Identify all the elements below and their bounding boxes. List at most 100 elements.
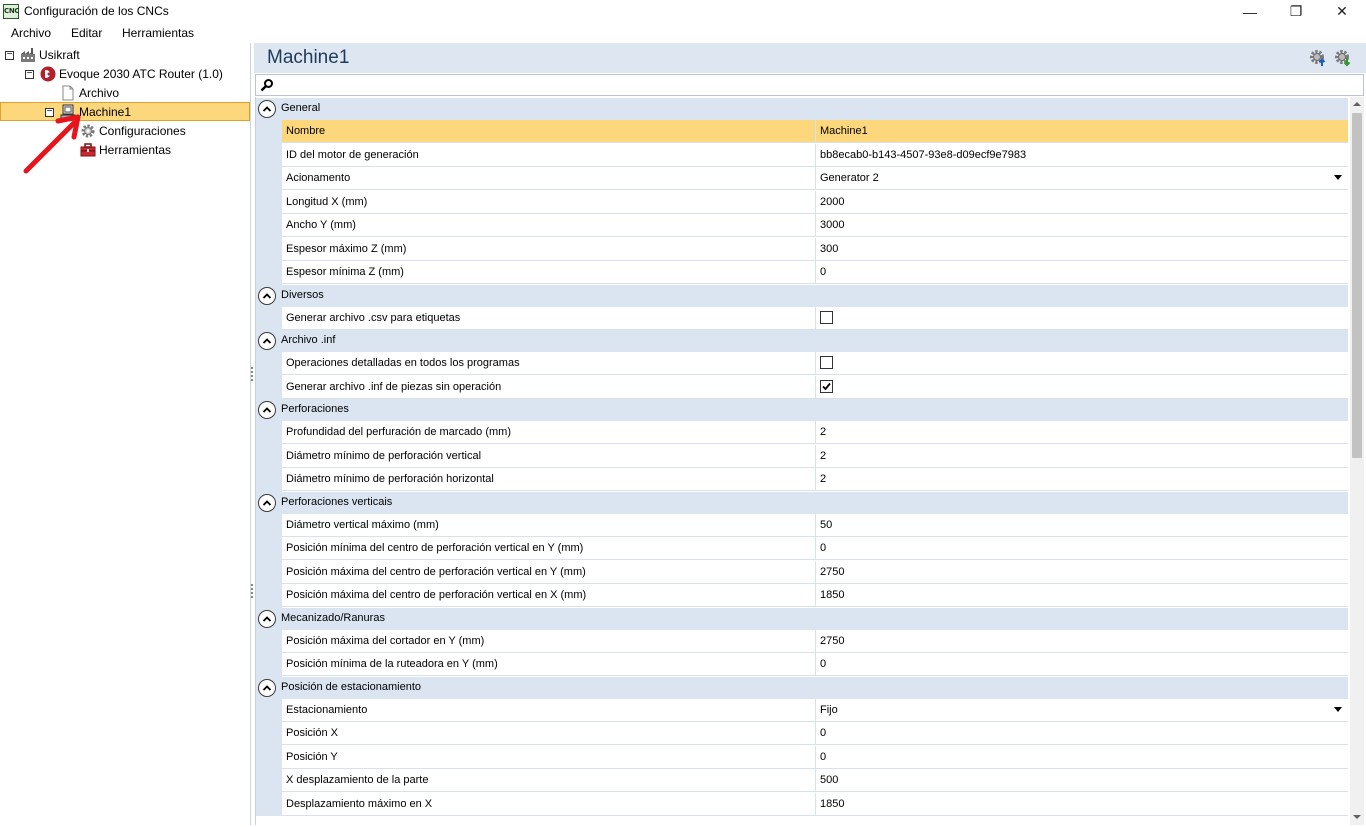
category-label: Perforaciones	[281, 403, 349, 415]
property-value-cell[interactable]: 2000	[815, 191, 1348, 213]
tree-node-configuraciones[interactable]: Configuraciones	[80, 121, 186, 140]
property-row[interactable]: Espesor máximo Z (mm) 300	[282, 238, 1348, 261]
property-value-cell[interactable]	[815, 307, 1348, 329]
scroll-up-icon[interactable]	[1350, 97, 1364, 111]
gear-upload-icon[interactable]	[1309, 49, 1327, 67]
property-value-cell[interactable]: Generator 2	[815, 167, 1348, 189]
property-row[interactable]: ID del motor de generación bb8ecab0-b143-…	[282, 144, 1348, 167]
property-value-cell[interactable]: 0	[815, 653, 1348, 675]
property-value-cell[interactable]	[815, 352, 1348, 374]
property-row[interactable]: Diámetro mínimo de perforación vertical 2	[282, 445, 1348, 468]
tree-node-usikraft[interactable]: Usikraft	[20, 45, 80, 64]
menu-bar: Archivo Editar Herramientas	[0, 23, 1366, 43]
menu-archivo[interactable]: Archivo	[11, 26, 51, 40]
property-row[interactable]: Longitud X (mm) 2000	[282, 191, 1348, 214]
unchecked-checkbox[interactable]	[820, 311, 833, 324]
property-value-cell[interactable]: 0	[815, 537, 1348, 559]
tree-label-router: Evoque 2030 ATC Router (1.0)	[59, 66, 223, 81]
property-value-cell[interactable]: 1850	[815, 793, 1348, 815]
property-value: 2	[820, 450, 827, 462]
property-name: Generar archivo .csv para etiquetas	[286, 312, 461, 324]
property-row[interactable]: Nombre Machine1	[282, 120, 1348, 143]
property-value-cell[interactable]: 2750	[815, 630, 1348, 652]
category-header: Mecanizado/Ranuras	[256, 607, 1348, 630]
document-icon	[60, 85, 76, 101]
menu-editar[interactable]: Editar	[71, 26, 102, 40]
property-row[interactable]: Diámetro vertical máximo (mm) 50	[282, 514, 1348, 537]
property-row[interactable]: Estacionamiento Fijo	[282, 699, 1348, 722]
dropdown-arrow-icon[interactable]	[1334, 707, 1342, 712]
collapse-category-icon[interactable]	[258, 609, 276, 628]
property-value-cell[interactable]: 2	[815, 445, 1348, 467]
property-name: Posición mínima de la ruteadora en Y (mm…	[286, 658, 498, 670]
property-row[interactable]: Posición máxima del centro de perforació…	[282, 561, 1348, 584]
property-value-cell[interactable]: 2	[815, 468, 1348, 490]
property-value-cell[interactable]: 0	[815, 261, 1348, 283]
property-name: Diámetro mínimo de perforación horizonta…	[286, 473, 494, 485]
property-value: 0	[820, 727, 827, 739]
property-value-cell[interactable]: 500	[815, 769, 1348, 791]
collapse-category-icon[interactable]	[258, 100, 276, 118]
tree-node-herramientas[interactable]: Herramientas	[80, 140, 171, 159]
vertical-scrollbar[interactable]	[1350, 97, 1364, 825]
gear-download-icon[interactable]	[1334, 49, 1352, 67]
property-row[interactable]: Posición Y 0	[282, 746, 1348, 769]
property-value: 2750	[820, 566, 845, 578]
scroll-down-icon[interactable]	[1350, 810, 1364, 824]
property-row[interactable]: Desplazamiento máximo en X 1850	[282, 793, 1348, 816]
collapse-category-icon[interactable]	[258, 401, 276, 419]
collapse-category-icon[interactable]	[258, 493, 276, 512]
property-value-cell[interactable]: 50	[815, 514, 1348, 536]
property-row[interactable]: Posición máxima del centro de perforació…	[282, 584, 1348, 607]
tree-node-router[interactable]: Evoque 2030 ATC Router (1.0)	[40, 64, 223, 83]
property-value-cell[interactable]: 1850	[815, 584, 1348, 606]
property-value-cell[interactable]: 2750	[815, 561, 1348, 583]
collapse-category-icon[interactable]	[258, 332, 276, 350]
property-row[interactable]: Ancho Y (mm) 3000	[282, 214, 1348, 237]
property-row[interactable]: Profundidad del perfuración de marcado (…	[282, 421, 1348, 444]
property-row[interactable]: Posición máxima del cortador en Y (mm) 27…	[282, 630, 1348, 653]
property-row[interactable]: Generar archivo .csv para etiquetas	[282, 307, 1348, 330]
property-name: Posición Y	[286, 751, 338, 763]
menu-herramientas[interactable]: Herramientas	[122, 26, 194, 40]
property-value: 1850	[820, 798, 845, 810]
property-value-cell[interactable]: 300	[815, 238, 1348, 260]
property-value: 2000	[820, 196, 845, 208]
maximize-button[interactable]: ❐	[1273, 0, 1319, 23]
unchecked-checkbox[interactable]	[820, 356, 833, 369]
tree-node-archivo[interactable]: Archivo	[60, 83, 119, 102]
property-row[interactable]: X desplazamiento de la parte 500	[282, 769, 1348, 792]
property-row[interactable]: Posición mínima del centro de perforació…	[282, 537, 1348, 560]
category-header: Diversos	[256, 284, 1348, 307]
property-value-cell[interactable]: 0	[815, 746, 1348, 768]
property-row[interactable]: Posición mínima de la ruteadora en Y (mm…	[282, 653, 1348, 676]
property-value-cell[interactable]: bb8ecab0-b143-4507-93e8-d09ecf9e7983	[815, 144, 1348, 166]
collapse-icon[interactable]: −	[5, 50, 14, 60]
property-row[interactable]: Operaciones detalladas en todos los prog…	[282, 352, 1348, 375]
scrollbar-thumb[interactable]	[1352, 113, 1362, 458]
close-button[interactable]: ✕	[1319, 0, 1365, 23]
property-value: 50	[820, 519, 833, 531]
property-value-cell[interactable]: Fijo	[815, 699, 1348, 721]
property-row[interactable]: Posición X 0	[282, 722, 1348, 745]
property-row[interactable]: Diámetro mínimo de perforación horizonta…	[282, 468, 1348, 491]
property-row[interactable]: Generar archivo .inf de piezas sin opera…	[282, 376, 1348, 399]
category-label: Mecanizado/Ranuras	[281, 611, 385, 624]
search-input[interactable]	[276, 76, 1356, 94]
property-value: 2750	[820, 635, 845, 647]
property-value-cell[interactable]	[815, 376, 1348, 398]
property-value-cell[interactable]: 2	[815, 421, 1348, 443]
dropdown-arrow-icon[interactable]	[1334, 175, 1342, 180]
property-value-cell[interactable]: Machine1	[815, 120, 1348, 142]
minimize-button[interactable]: —	[1227, 0, 1273, 23]
property-row[interactable]: Acionamento Generator 2	[282, 167, 1348, 190]
checked-checkbox[interactable]	[820, 380, 833, 393]
collapse-category-icon[interactable]	[258, 678, 276, 697]
row-gutter	[256, 120, 282, 285]
property-value-cell[interactable]: 0	[815, 722, 1348, 744]
property-row[interactable]: Espesor mínima Z (mm) 0	[282, 261, 1348, 284]
collapse-icon[interactable]: −	[25, 69, 34, 79]
property-value-cell[interactable]: 3000	[815, 214, 1348, 236]
category-header: Perforaciones verticais	[256, 491, 1348, 514]
collapse-category-icon[interactable]	[258, 286, 276, 305]
